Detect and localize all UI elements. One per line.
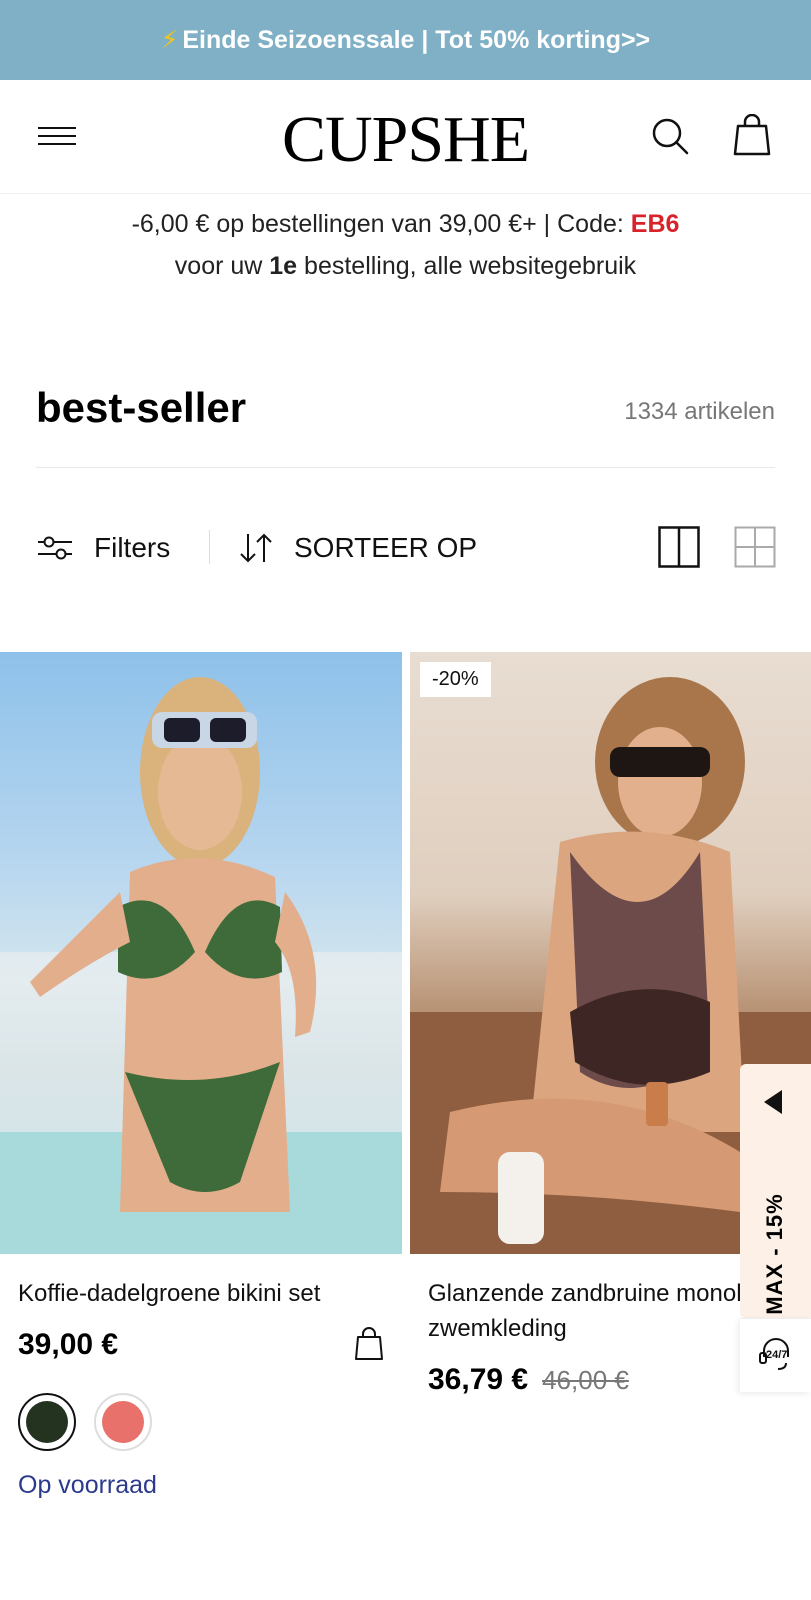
item-count: 1334 artikelen bbox=[624, 398, 775, 425]
support-button[interactable]: 24/7 bbox=[740, 1318, 811, 1392]
product-image[interactable] bbox=[0, 652, 402, 1254]
filter-sliders-icon bbox=[38, 536, 72, 560]
promo-line-1: -6,00 € op bestellingen van 39,00 €+ | C… bbox=[0, 203, 811, 245]
promo-line-2-bold: 1e bbox=[269, 252, 298, 280]
color-swatch-green[interactable] bbox=[18, 1393, 76, 1451]
add-to-bag-icon[interactable] bbox=[354, 1327, 384, 1361]
bag-icon[interactable] bbox=[733, 114, 771, 156]
promo-line-2-post: bestelling, alle websitegebruik bbox=[297, 252, 637, 280]
listing-toolbar: Filters SORTEER OP bbox=[36, 520, 776, 576]
promo-banner: -6,00 € op bestellingen van 39,00 €+ | C… bbox=[0, 203, 811, 287]
promo-code: EB6 bbox=[630, 210, 680, 238]
site-header: CUPSHE bbox=[0, 80, 811, 194]
swatch-fill bbox=[26, 1401, 68, 1443]
swatch-fill bbox=[102, 1401, 144, 1443]
sort-button[interactable]: SORTEER OP bbox=[238, 528, 477, 568]
product-price: 39,00 € bbox=[18, 1328, 119, 1361]
original-price: 46,00 € bbox=[542, 1364, 629, 1395]
side-promo-tab[interactable]: MAX - 15% bbox=[740, 1064, 811, 1318]
promo-line-2-pre: voor uw bbox=[174, 252, 270, 280]
two-column-view-icon[interactable] bbox=[658, 526, 700, 568]
product-card[interactable]: Koffie-dadelgroene bikini set 39,00 € Op… bbox=[0, 652, 402, 1500]
sort-arrows-icon bbox=[240, 533, 272, 563]
color-swatches bbox=[18, 1393, 384, 1451]
stock-status: Op voorraad bbox=[18, 1471, 157, 1499]
color-swatch-coral[interactable] bbox=[94, 1393, 152, 1451]
listing-header: best-seller 1334 artikelen bbox=[36, 380, 775, 468]
product-price: 36,79 € bbox=[428, 1363, 529, 1396]
support-label: 24/7 bbox=[766, 1349, 788, 1361]
filters-button[interactable]: Filters bbox=[36, 528, 170, 568]
product-name[interactable]: Koffie-dadelgroene bikini set bbox=[18, 1276, 384, 1311]
announcement-text[interactable]: Einde Seizoenssale | Tot 50% korting>> bbox=[182, 26, 650, 55]
side-promo-text: MAX - 15% bbox=[762, 1193, 787, 1315]
announcement-bar[interactable]: ⚡ Einde Seizoenssale | Tot 50% korting>> bbox=[0, 0, 811, 80]
lightning-icon: ⚡ bbox=[160, 26, 179, 54]
toolbar-divider bbox=[209, 530, 210, 564]
product-photo-illustration bbox=[0, 677, 402, 1254]
promo-line-1-text: -6,00 € op bestellingen van 39,00 €+ | C… bbox=[131, 210, 631, 238]
sort-label: SORTEER OP bbox=[294, 532, 478, 563]
page-title: best-seller bbox=[36, 384, 247, 431]
discount-badge: -20% bbox=[420, 662, 491, 697]
four-column-view-icon[interactable] bbox=[734, 526, 776, 568]
filters-label: Filters bbox=[94, 532, 171, 563]
search-icon[interactable] bbox=[650, 116, 690, 156]
price-row: 39,00 € bbox=[18, 1325, 384, 1365]
triangle-left-icon bbox=[764, 1090, 782, 1114]
promo-line-2: voor uw 1e bestelling, alle websitegebru… bbox=[0, 245, 811, 287]
